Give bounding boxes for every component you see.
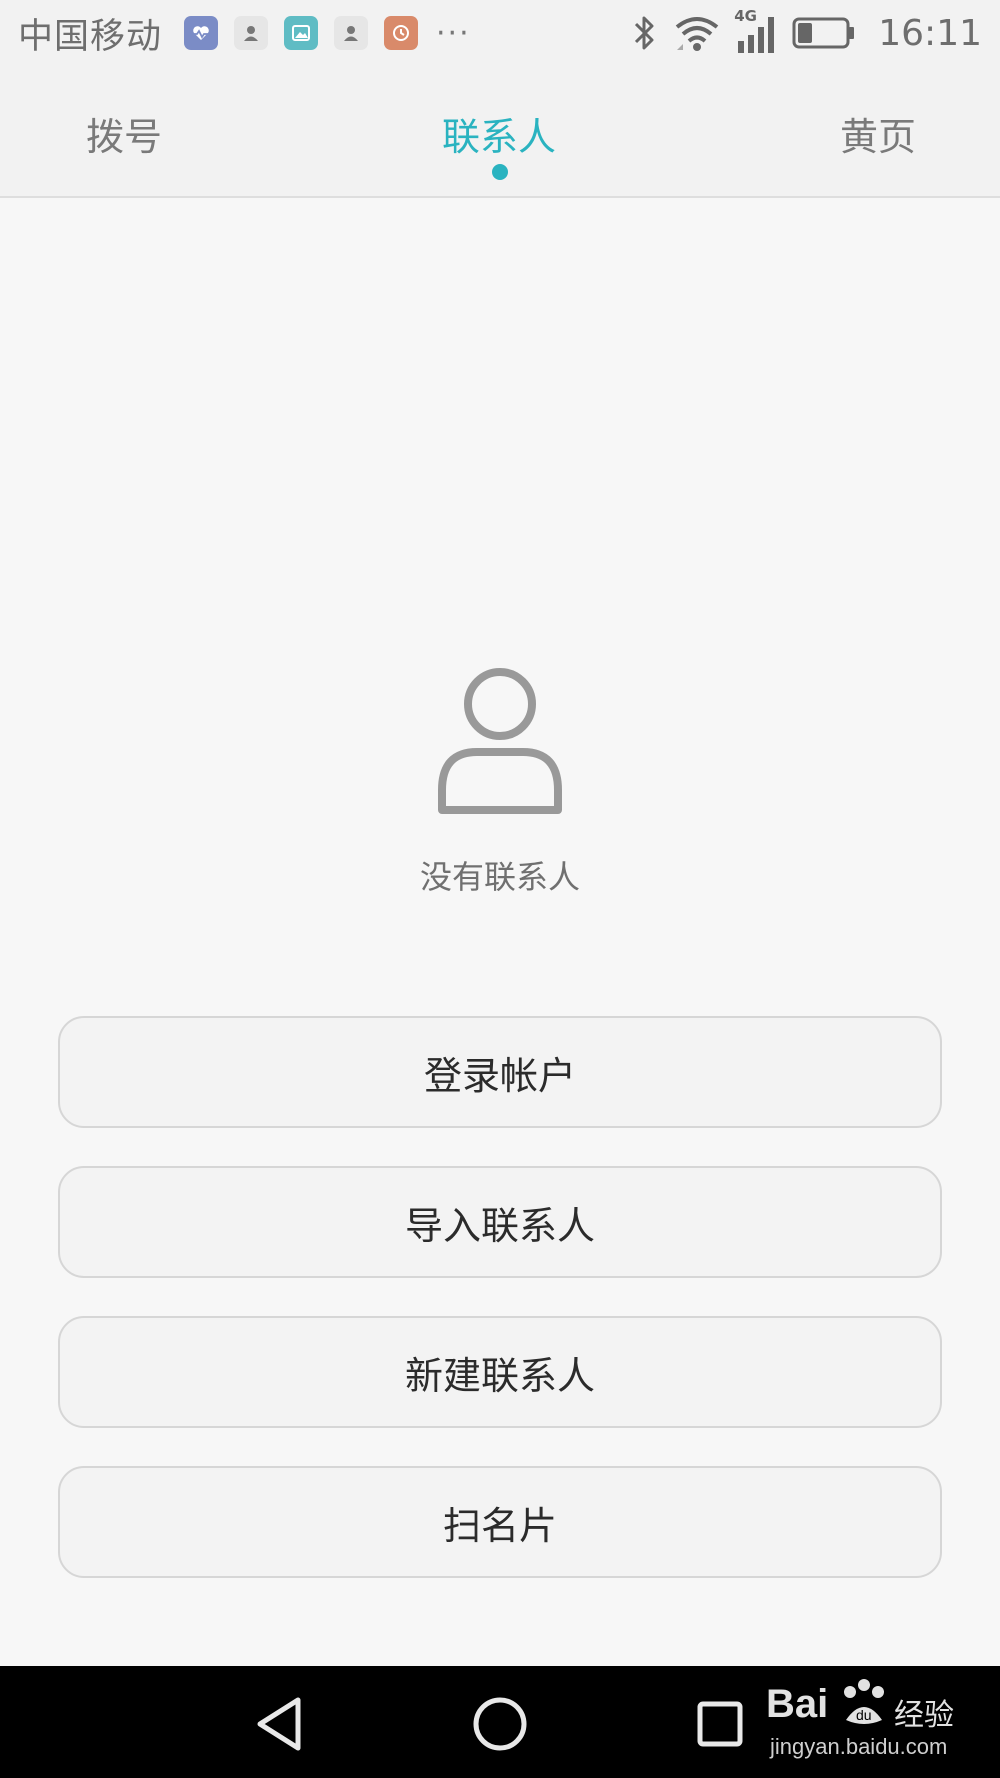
contacts-screen: 中国移动 ··· 4G 16:11 拨号 联系人 黄页 没有联系人 登录帐户 导… [0, 0, 1000, 1778]
person-icon [438, 668, 562, 814]
scan-business-card-button[interactable]: 扫名片 [58, 1466, 942, 1578]
login-account-button[interactable]: 登录帐户 [58, 1016, 942, 1128]
status-time: 16:11 [878, 12, 982, 54]
tab-dialer[interactable]: 拨号 [84, 106, 164, 161]
bluetooth-icon [635, 16, 654, 50]
more-notifications: ··· [436, 15, 471, 51]
carrier-name: 中国移动 [18, 16, 163, 57]
watermark-url: jingyan.baidu.com [770, 1734, 948, 1759]
baidu-watermark: Bai du 经验 jingyan.baidu.com [766, 1672, 986, 1772]
import-contacts-button[interactable]: 导入联系人 [58, 1166, 942, 1278]
battery-icon [792, 17, 855, 49]
watermark-brand: Bai [766, 1682, 829, 1726]
contacts-app-icon [334, 16, 369, 50]
tab-bar: 拨号 联系人 黄页 [0, 66, 1000, 198]
tab-contacts[interactable]: 联系人 [438, 106, 560, 161]
home-icon[interactable] [470, 1694, 530, 1754]
clock-app-icon [384, 16, 419, 50]
active-tab-indicator [492, 164, 508, 180]
tab-yellow-pages[interactable]: 黄页 [838, 106, 918, 161]
recents-icon[interactable] [690, 1694, 750, 1754]
gallery-app-icon [284, 16, 319, 50]
wifi-icon [676, 17, 719, 51]
status-icons: 4G 16:11 [630, 7, 982, 55]
back-icon[interactable] [250, 1694, 310, 1754]
new-contact-button[interactable]: 新建联系人 [58, 1316, 942, 1428]
signal-icon: 4G [734, 7, 778, 55]
empty-state-message: 没有联系人 [419, 858, 580, 896]
svg-text:du: du [856, 1707, 872, 1723]
status-bar: 中国移动 ··· 4G 16:11 [0, 0, 1000, 66]
watermark-brand-suffix: 经验 [894, 1698, 954, 1733]
paw-logo-icon: du [844, 1679, 884, 1724]
health-app-icon [184, 16, 219, 50]
contacts-app-icon [234, 16, 269, 50]
